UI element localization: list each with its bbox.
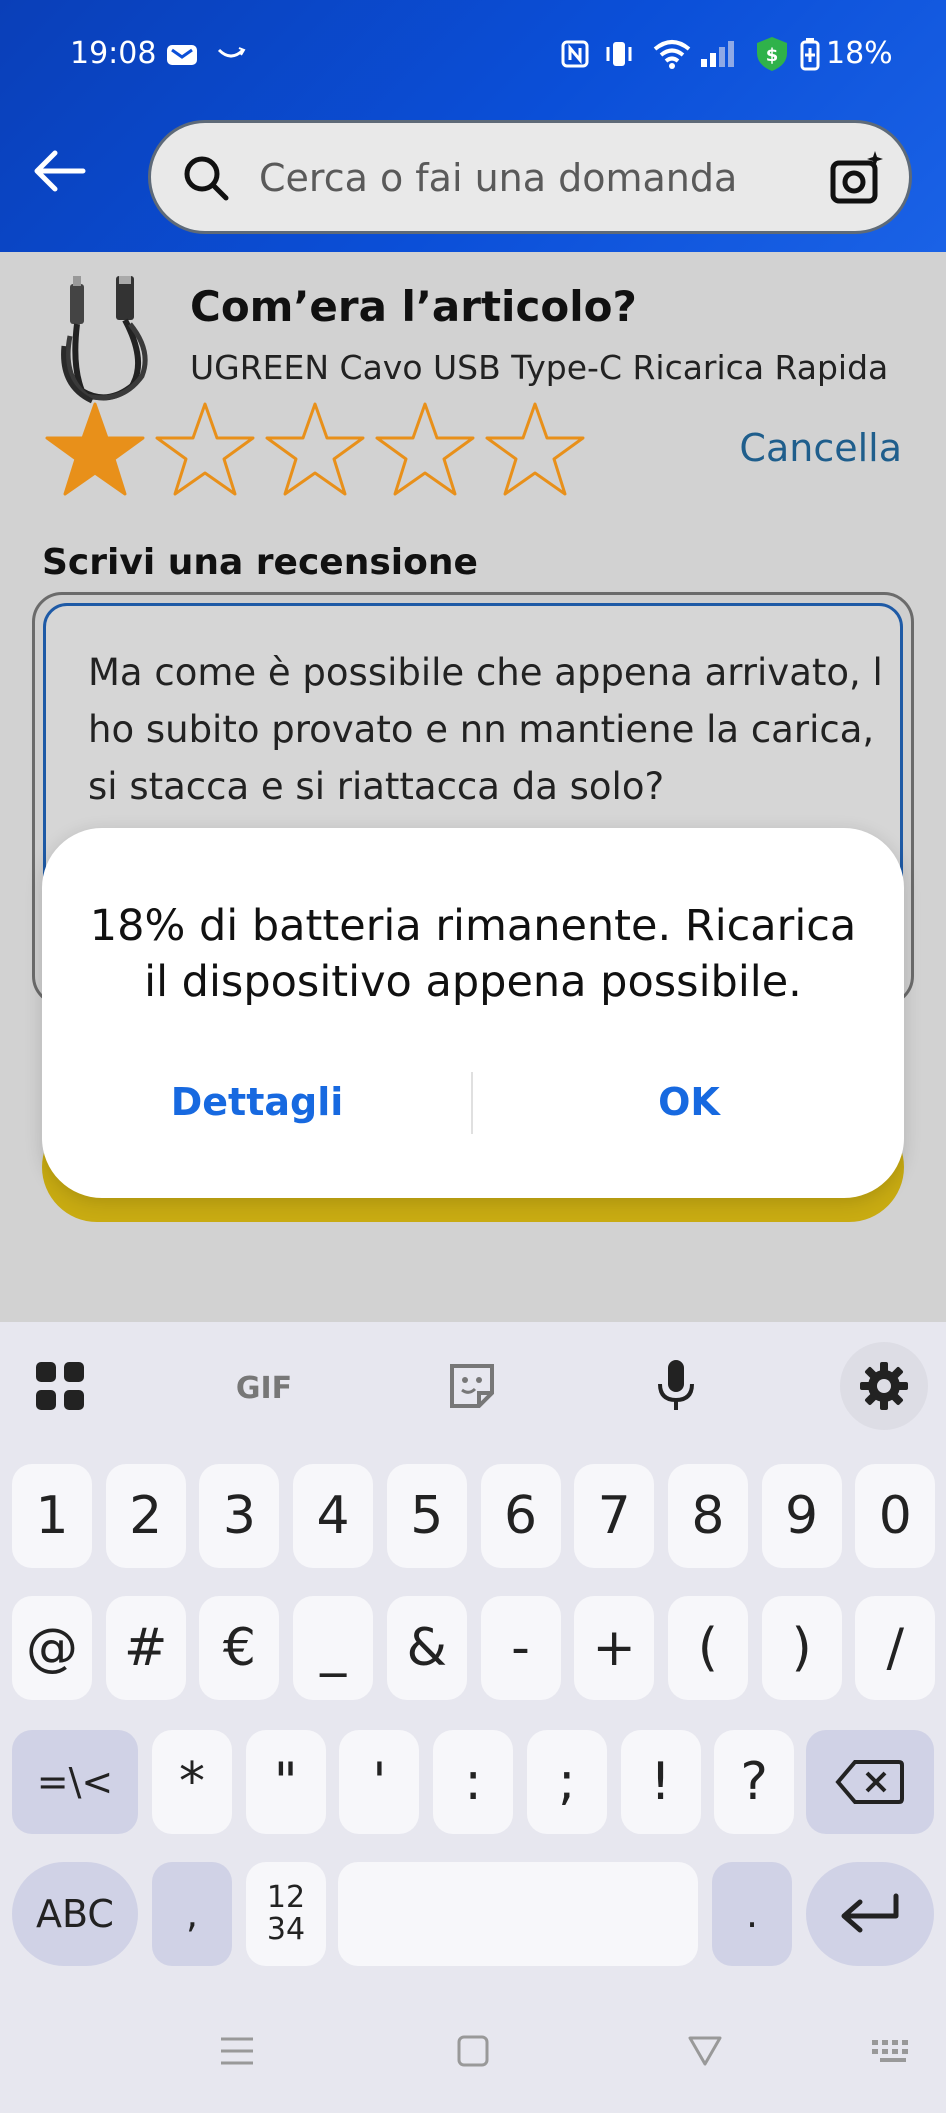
symbol-key-6[interactable]: - (480, 1596, 561, 1700)
keyboard-toolbar: GIF (0, 1322, 946, 1442)
star-1-icon[interactable] (40, 398, 150, 500)
number-key-10[interactable]: 0 (855, 1464, 936, 1568)
back-arrow-icon (34, 150, 86, 192)
review-section-label: Scrivi una recensione (42, 542, 478, 583)
number-key-2[interactable]: 2 (105, 1464, 186, 1568)
star-4-icon[interactable] (370, 398, 480, 500)
wifi-icon (650, 36, 694, 72)
security-shield-icon: $ (754, 36, 790, 72)
search-icon (184, 156, 229, 201)
symbol-key-1[interactable]: @ (12, 1596, 92, 1700)
punct-key-3[interactable]: ' (339, 1730, 420, 1834)
settings-icon[interactable] (840, 1342, 928, 1430)
review-text: Ma come è possibile che appena arrivato,… (88, 651, 883, 808)
navigation-bar (0, 1990, 946, 2113)
star-2-icon[interactable] (150, 398, 260, 500)
star-3-icon[interactable] (260, 398, 370, 500)
sticker-icon[interactable] (432, 1346, 512, 1426)
number-key-5[interactable]: 5 (386, 1464, 467, 1568)
number-key-3[interactable]: 3 (199, 1464, 280, 1568)
symbol-key-7[interactable]: + (574, 1596, 655, 1700)
battery-icon (798, 36, 822, 72)
backspace-key[interactable] (806, 1730, 934, 1834)
punct-key-6[interactable]: ! (620, 1730, 701, 1834)
symbol-key-9[interactable]: ) (761, 1596, 842, 1700)
status-bar: 19:08 $ 18% (0, 0, 946, 110)
camera-search-icon[interactable] (827, 149, 887, 209)
svg-text:GIF: GIF (236, 1371, 292, 1406)
notification-icon (164, 36, 200, 72)
home-nav-icon[interactable] (448, 2026, 498, 2076)
period-key[interactable]: . (712, 1862, 792, 1966)
review-title: Com’era l’articolo? (190, 282, 637, 331)
backspace-icon (835, 1760, 904, 1804)
punct-key-7[interactable]: ? (714, 1730, 795, 1834)
search-input[interactable] (259, 153, 759, 203)
symbol-key-2[interactable]: # (105, 1596, 186, 1700)
mic-icon[interactable] (636, 1346, 716, 1426)
ok-button[interactable]: OK (474, 1060, 904, 1144)
number-key-7[interactable]: 7 (574, 1464, 655, 1568)
enter-icon (841, 1893, 899, 1933)
grid-icon[interactable] (20, 1346, 100, 1426)
punct-key-4[interactable]: : (433, 1730, 514, 1834)
symbol-key-4[interactable]: _ (293, 1596, 374, 1700)
cancel-link[interactable]: Cancella (739, 426, 902, 470)
numpad-key-top: 12 (266, 1880, 306, 1915)
battery-percent: 18% (826, 36, 893, 71)
punct-key-1[interactable]: * (152, 1730, 232, 1834)
vibrate-icon (602, 36, 636, 72)
nfc-icon (558, 36, 592, 72)
keyboard-switch-icon[interactable] (868, 2026, 918, 2076)
symbol-key-5[interactable]: & (386, 1596, 467, 1700)
product-image (61, 276, 148, 404)
symbols-page-key[interactable]: =\< (12, 1730, 138, 1834)
space-key[interactable] (338, 1862, 698, 1966)
enter-key[interactable] (806, 1862, 934, 1966)
battery-warning-dialog: 18% di batteria rimanente. Ricarica il d… (42, 828, 904, 1198)
svg-text:$: $ (766, 45, 779, 66)
back-nav-icon[interactable] (680, 2026, 730, 2076)
symbol-key-8[interactable]: ( (667, 1596, 748, 1700)
numpad-key[interactable]: 12 34 (246, 1862, 326, 1966)
back-button[interactable] (28, 140, 90, 202)
number-key-4[interactable]: 4 (293, 1464, 374, 1568)
comma-key[interactable]: , (152, 1862, 232, 1966)
symbol-key-10[interactable]: / (855, 1596, 936, 1700)
number-key-1[interactable]: 1 (12, 1464, 92, 1568)
abc-key[interactable]: ABC (12, 1862, 138, 1966)
star-rating[interactable] (40, 398, 590, 500)
number-key-8[interactable]: 8 (667, 1464, 748, 1568)
number-key-6[interactable]: 6 (480, 1464, 561, 1568)
star-5-icon[interactable] (480, 398, 590, 500)
details-button[interactable]: Dettagli (42, 1060, 472, 1144)
gif-icon[interactable]: GIF (224, 1346, 304, 1426)
signal-icon (698, 36, 738, 72)
punct-key-2[interactable]: " (245, 1730, 326, 1834)
status-time: 19:08 (70, 36, 157, 71)
product-name: UGREEN Cavo USB Type-C Ricarica Rapida (190, 348, 889, 387)
app-header: 19:08 $ 18% (0, 0, 946, 252)
numpad-key-bottom: 34 (266, 1912, 306, 1947)
punct-key-5[interactable]: ; (526, 1730, 607, 1834)
search-bar[interactable] (148, 120, 912, 234)
symbol-key-3[interactable]: € (199, 1596, 280, 1700)
number-key-9[interactable]: 9 (761, 1464, 842, 1568)
dialog-message: 18% di batteria rimanente. Ricarica il d… (89, 901, 857, 1007)
amazon-smile-icon (214, 36, 248, 72)
menu-nav-icon[interactable] (212, 2026, 262, 2076)
